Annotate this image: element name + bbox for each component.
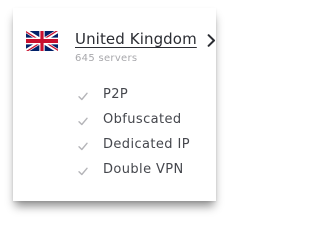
- check-icon: [78, 92, 88, 101]
- check-icon: [78, 117, 88, 126]
- feature-item-double-vpn: Double VPN: [78, 162, 208, 182]
- feature-item-p2p: P2P: [78, 87, 208, 107]
- check-icon: [78, 142, 88, 151]
- feature-label: Obfuscated: [103, 112, 182, 127]
- feature-label: Double VPN: [103, 162, 184, 177]
- feature-label: P2P: [103, 87, 129, 102]
- server-location-card: United Kingdom 645 servers P2P Obfuscate…: [13, 8, 216, 201]
- feature-list: P2P Obfuscated Dedicated IP Double VPN: [13, 8, 216, 201]
- feature-item-dedicated-ip: Dedicated IP: [78, 137, 208, 157]
- feature-label: Dedicated IP: [103, 137, 190, 152]
- feature-item-obfuscated: Obfuscated: [78, 112, 208, 132]
- check-icon: [78, 167, 88, 176]
